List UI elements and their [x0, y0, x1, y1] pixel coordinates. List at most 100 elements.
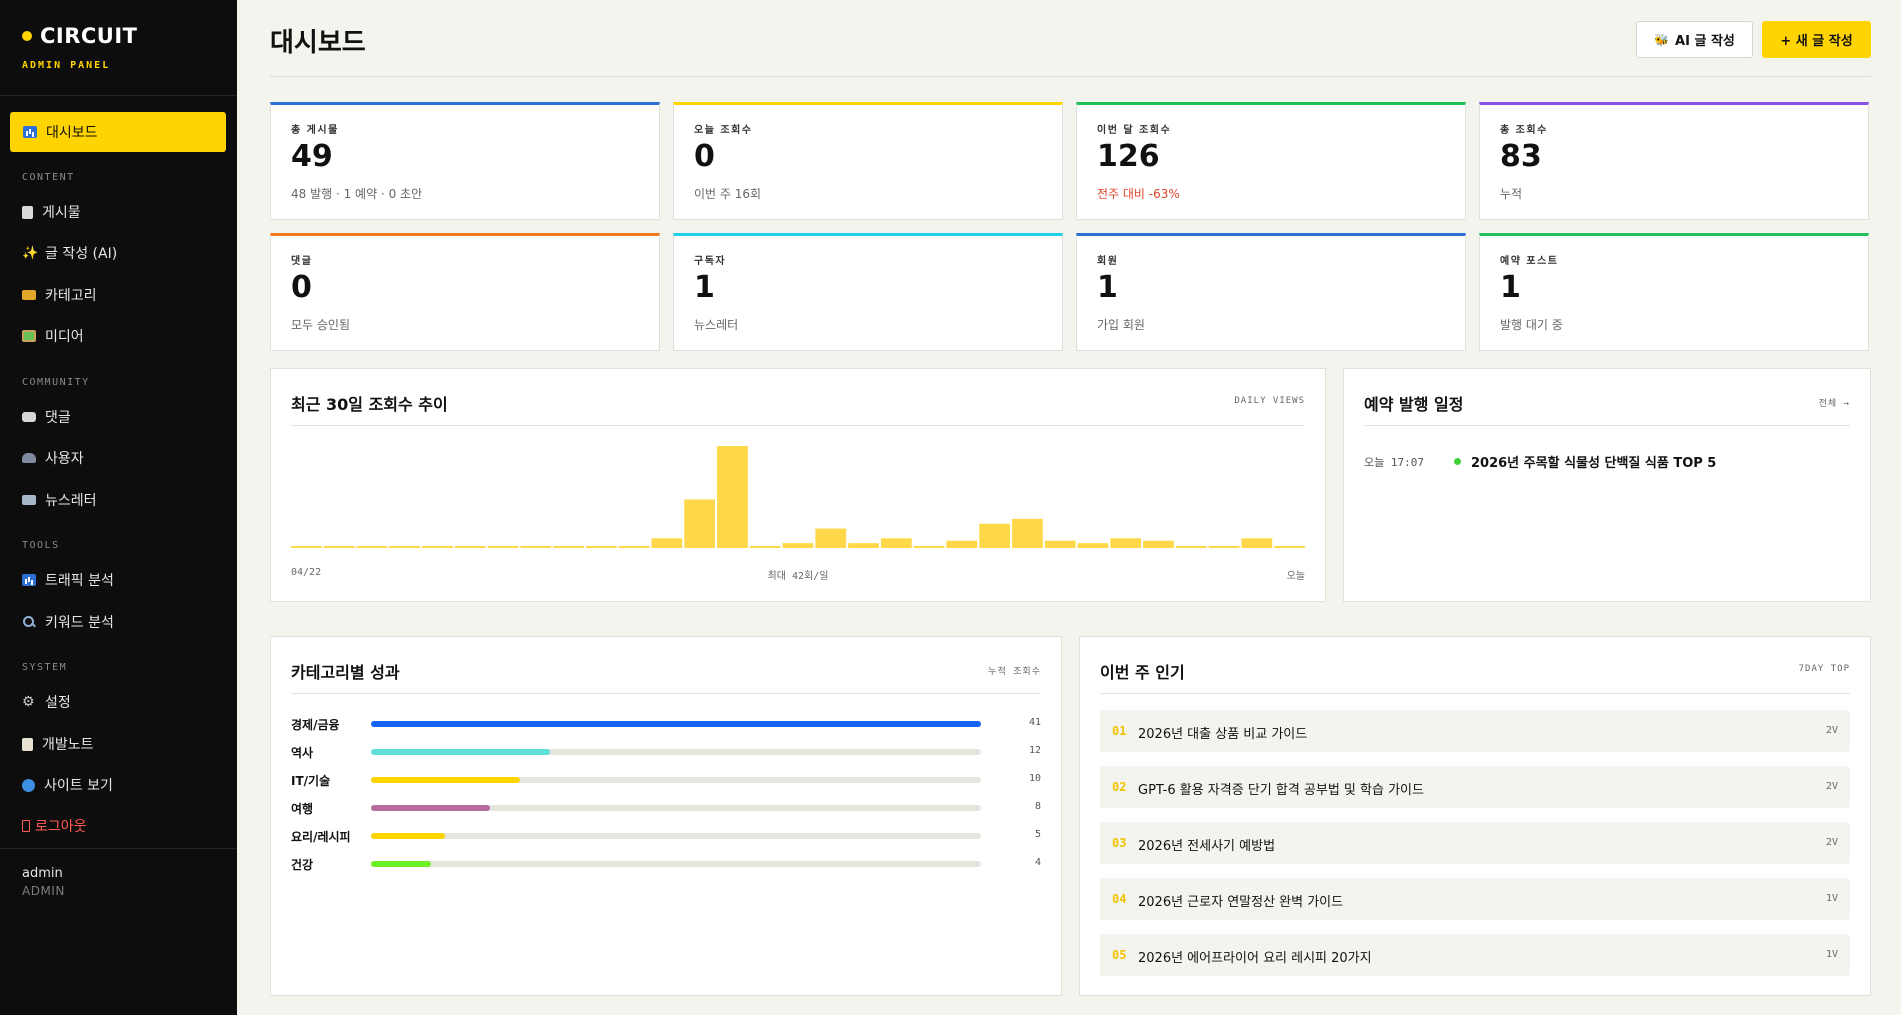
user-role: ADMIN [22, 884, 65, 898]
popular-item[interactable]: 01 2026년 대출 상품 비교 가이드 2V [1100, 710, 1850, 752]
category-count: 4 [1034, 857, 1041, 868]
sidebar-item-users[interactable]: 사용자 [22, 446, 84, 470]
new-post-button[interactable]: + 새 글 작성 [1762, 21, 1871, 58]
category-panel: 카테고리별 성과 누적 조회수 경제/금융 41 역사 12 IT/기술 10 여행 8 요리/… [270, 636, 1062, 996]
folder-icon [22, 290, 36, 300]
schedule-item[interactable]: 오늘 17:07 2026년 주목할 식물성 단백질 식품 TOP 5 [1364, 452, 1716, 472]
chart-bar [880, 538, 912, 548]
stat-subtext: 뉴스레터 [694, 318, 739, 332]
sidebar-item-settings[interactable]: ⚙ 설정 [22, 690, 71, 714]
stat-label: 예약 포스트 [1500, 256, 1559, 267]
sidebar-item-newsletter[interactable]: 뉴스레터 [22, 488, 97, 512]
brand-name[interactable]: CIRCUIT [40, 24, 138, 48]
popular-item[interactable]: 02 GPT-6 활용 자격증 단기 합격 공부법 및 학습 가이드 2V [1100, 766, 1850, 808]
category-bar-fill [371, 749, 550, 755]
clipboard-icon [22, 737, 33, 751]
popular-rank: 04 [1112, 892, 1127, 906]
category-bar-track [371, 749, 981, 755]
category-bar-track [371, 861, 981, 867]
category-row[interactable]: 여행 8 [291, 800, 1041, 816]
schedule-view-all-link[interactable]: 전체 → [1819, 396, 1850, 409]
popular-title: 2026년 에어프라이어 요리 레시피 20가지 [1138, 951, 1372, 966]
popular-item[interactable]: 04 2026년 근로자 연말정산 완벽 가이드 1V [1100, 878, 1850, 920]
sidebar-item-comments[interactable]: 댓글 [22, 405, 71, 429]
chart-bar [520, 546, 552, 548]
category-row[interactable]: 건강 4 [291, 856, 1041, 872]
chart-bar [1241, 538, 1273, 548]
sidebar-item-label: 글 작성 (AI) [45, 246, 118, 262]
chart-axis-end: 오늘 [1286, 571, 1305, 582]
stat-card: 총 게시물 49 48 발행 · 1 예약 · 0 초안 [270, 102, 660, 220]
stat-card: 오늘 조회수 0 이번 주 16회 [673, 102, 1063, 220]
sidebar-item-devnotes[interactable]: 개발노트 [22, 732, 94, 756]
ai-write-button[interactable]: 🐝 AI 글 작성 [1636, 21, 1753, 58]
brand: CIRCUIT ADMIN PANEL [0, 0, 237, 96]
sidebar-item-label: 대시보드 [46, 125, 98, 141]
category-count: 10 [1028, 773, 1041, 784]
sidebar-item-keywords[interactable]: 키워드 분석 [22, 610, 114, 634]
sidebar-item-dashboard[interactable]: 대시보드 [10, 112, 226, 152]
stat-value: 1 [1097, 270, 1118, 305]
chart-bar [291, 546, 322, 548]
panel-divider [291, 425, 1305, 426]
chart-bar [913, 546, 945, 548]
category-bar-fill [371, 805, 491, 811]
stat-value: 0 [694, 139, 715, 174]
popular-rank: 01 [1112, 724, 1127, 738]
nav-section-system: SYSTEM [22, 662, 68, 673]
sidebar-item-label: 카테고리 [45, 288, 97, 304]
status-dot-icon [1454, 458, 1461, 465]
category-row[interactable]: 경제/금융 41 [291, 716, 1041, 732]
chart-bar [323, 546, 355, 548]
category-name: 역사 [291, 746, 314, 760]
sidebar-item-media[interactable]: 미디어 [22, 324, 84, 348]
panel-divider [1364, 425, 1850, 426]
sidebar-item-label: 사용자 [45, 451, 84, 467]
category-bar-fill [371, 861, 431, 867]
sidebar-item-label: 트래픽 분석 [45, 573, 114, 589]
sparkle-icon: ✨ [22, 245, 39, 261]
sidebar-item-ai-write[interactable]: ✨ 글 작성 (AI) [22, 241, 117, 265]
brand-dot-icon [22, 31, 32, 41]
sidebar-item-view-site[interactable]: 사이트 보기 [22, 773, 113, 797]
stat-label: 회원 [1097, 256, 1119, 267]
sidebar-item-label: 로그아웃 [35, 819, 87, 835]
chart-bar [1110, 538, 1142, 548]
stat-subtext: 가입 회원 [1097, 318, 1145, 332]
stat-card: 댓글 0 모두 승인됨 [270, 233, 660, 351]
stat-card: 회원 1 가입 회원 [1076, 233, 1466, 351]
popular-views: 2V [1825, 725, 1838, 736]
chart-bar [1175, 546, 1207, 548]
stat-card: 예약 포스트 1 발행 대기 중 [1479, 233, 1869, 351]
category-name: 건강 [291, 858, 314, 872]
category-bar-fill [371, 721, 981, 727]
popular-views: 2V [1825, 781, 1838, 792]
chart-bar [1274, 546, 1305, 548]
popular-item[interactable]: 05 2026년 에어프라이어 요리 레시피 20가지 1V [1100, 934, 1850, 976]
mailbox-icon [22, 495, 36, 505]
popular-panel: 이번 주 인기 7DAY TOP 01 2026년 대출 상품 비교 가이드 2V 0… [1079, 636, 1871, 996]
stat-card: 구독자 1 뉴스레터 [673, 233, 1063, 351]
category-row[interactable]: IT/기술 10 [291, 772, 1041, 788]
chart-bar [651, 538, 683, 548]
chart-bar [848, 543, 879, 548]
logout-icon [22, 820, 30, 832]
popular-rank: 05 [1112, 948, 1127, 962]
popular-item[interactable]: 03 2026년 전세사기 예방법 2V [1100, 822, 1850, 864]
category-row[interactable]: 역사 12 [291, 744, 1041, 760]
stat-value: 1 [694, 270, 715, 305]
category-row[interactable]: 요리/레시피 5 [291, 828, 1041, 844]
document-icon [22, 205, 33, 219]
bee-icon: 🐝 [1654, 32, 1670, 47]
sidebar-item-traffic[interactable]: 트래픽 분석 [22, 568, 114, 592]
popular-panel-title: 이번 주 인기 [1100, 663, 1185, 682]
sidebar-item-label: 미디어 [45, 329, 84, 345]
popular-title: 2026년 대출 상품 비교 가이드 [1138, 727, 1308, 742]
sidebar-item-posts[interactable]: 게시물 [22, 200, 81, 224]
sidebar-item-logout[interactable]: 로그아웃 [22, 814, 87, 838]
sidebar-item-categories[interactable]: 카테고리 [22, 283, 97, 307]
stat-label: 오늘 조회수 [694, 125, 753, 136]
header-divider [270, 76, 1871, 77]
category-count: 12 [1028, 745, 1041, 756]
stat-value: 83 [1500, 139, 1542, 174]
